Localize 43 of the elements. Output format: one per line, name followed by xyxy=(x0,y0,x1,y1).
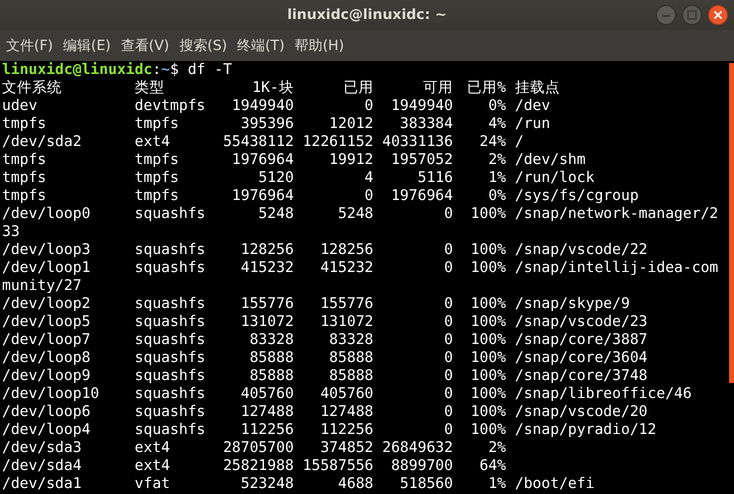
output-line: /dev/loop4 squashfs 112256 112256 0 100% /snap/pyradio/12 xyxy=(2,421,658,439)
output-line: tmpfs tmpfs 5120 4 5116 1% /run/lock xyxy=(2,169,596,187)
column-header: 已用% xyxy=(467,79,506,96)
menu-item[interactable]: 编辑(E) xyxy=(58,36,115,54)
output-line: udev devtmpfs 1949940 0 1949940 0% /dev xyxy=(2,97,552,115)
column-header: 已用 xyxy=(343,79,374,96)
output-line: /dev/sda2 ext4 55438112 12261152 40331136 24% / xyxy=(2,133,525,151)
maximize-icon[interactable] xyxy=(682,5,702,25)
close-icon[interactable] xyxy=(708,5,728,25)
prompt-path: ~ xyxy=(161,61,170,79)
menu-item[interactable]: 搜索(S) xyxy=(175,36,232,54)
output-line: /dev/loop9 squashfs 85888 85888 0 100% /snap/core/3748 xyxy=(2,367,649,385)
prompt-separator: : xyxy=(152,61,162,79)
output-line: /dev/loop3 squashfs 128256 128256 0 100% /snap/vscode/22 xyxy=(2,241,649,259)
column-header: 文件系统 xyxy=(2,79,62,96)
output-line: /dev/loop5 squashfs 131072 131072 0 100% /snap/vscode/23 xyxy=(2,313,649,331)
prompt-symbol: $ xyxy=(170,61,179,79)
output-line: /dev/loop2 squashfs 155776 155776 0 100% /snap/skype/9 xyxy=(2,295,631,313)
prompt-user-host: linuxidc@linuxidc xyxy=(2,61,152,79)
output-line: /dev/sda1 vfat 523248 4688 518560 1% /boot/efi xyxy=(2,475,596,493)
output-line: /dev/loop10 squashfs 405760 405760 0 100% /snap/libreoffice/46 xyxy=(2,385,693,403)
output-line: /dev/sda4 ext4 25821988 15587556 8899700 64% xyxy=(2,457,508,475)
minimize-icon[interactable] xyxy=(656,5,676,25)
column-header: 可用 xyxy=(422,79,453,96)
output-line: tmpfs tmpfs 1976964 19912 1957052 2% /dev/shm xyxy=(2,151,587,169)
output-line: /dev/loop1 squashfs 415232 415232 0 100% /snap/intellij-idea-community/27 xyxy=(2,259,718,295)
output-line: tmpfs tmpfs 395396 12012 383384 4% /run xyxy=(2,115,552,133)
output-line: /dev/loop8 squashfs 85888 85888 0 100% /snap/core/3604 xyxy=(2,349,649,367)
output-line: /dev/loop6 squashfs 127488 127488 0 100% /snap/vscode/20 xyxy=(2,403,649,421)
column-header: 1K-块 xyxy=(252,79,294,96)
window-title: linuxidc@linuxidc: ~ xyxy=(287,7,447,23)
scrollbar[interactable] xyxy=(729,63,734,383)
column-header: 挂载点 xyxy=(514,79,560,96)
output-line: tmpfs tmpfs 1976964 0 1976964 0% /sys/fs/cgroup xyxy=(2,187,640,205)
menu-item[interactable]: 帮助(H) xyxy=(290,36,348,54)
menu-item[interactable]: 终端(T) xyxy=(233,36,289,54)
output-line: /dev/loop0 squashfs 5248 5248 0 100% /snap/network-manager/233 xyxy=(2,205,718,241)
menu-item[interactable]: 查看(V) xyxy=(116,36,174,54)
output-line: /dev/loop7 squashfs 83328 83328 0 100% /snap/core/3887 xyxy=(2,331,649,349)
output-line: /dev/sda3 ext4 28705700 374852 26849632 2% xyxy=(2,439,508,457)
menu-item[interactable]: 文件(F) xyxy=(2,36,57,54)
column-header: 类型 xyxy=(134,79,165,96)
command-text: df -T xyxy=(188,61,232,79)
